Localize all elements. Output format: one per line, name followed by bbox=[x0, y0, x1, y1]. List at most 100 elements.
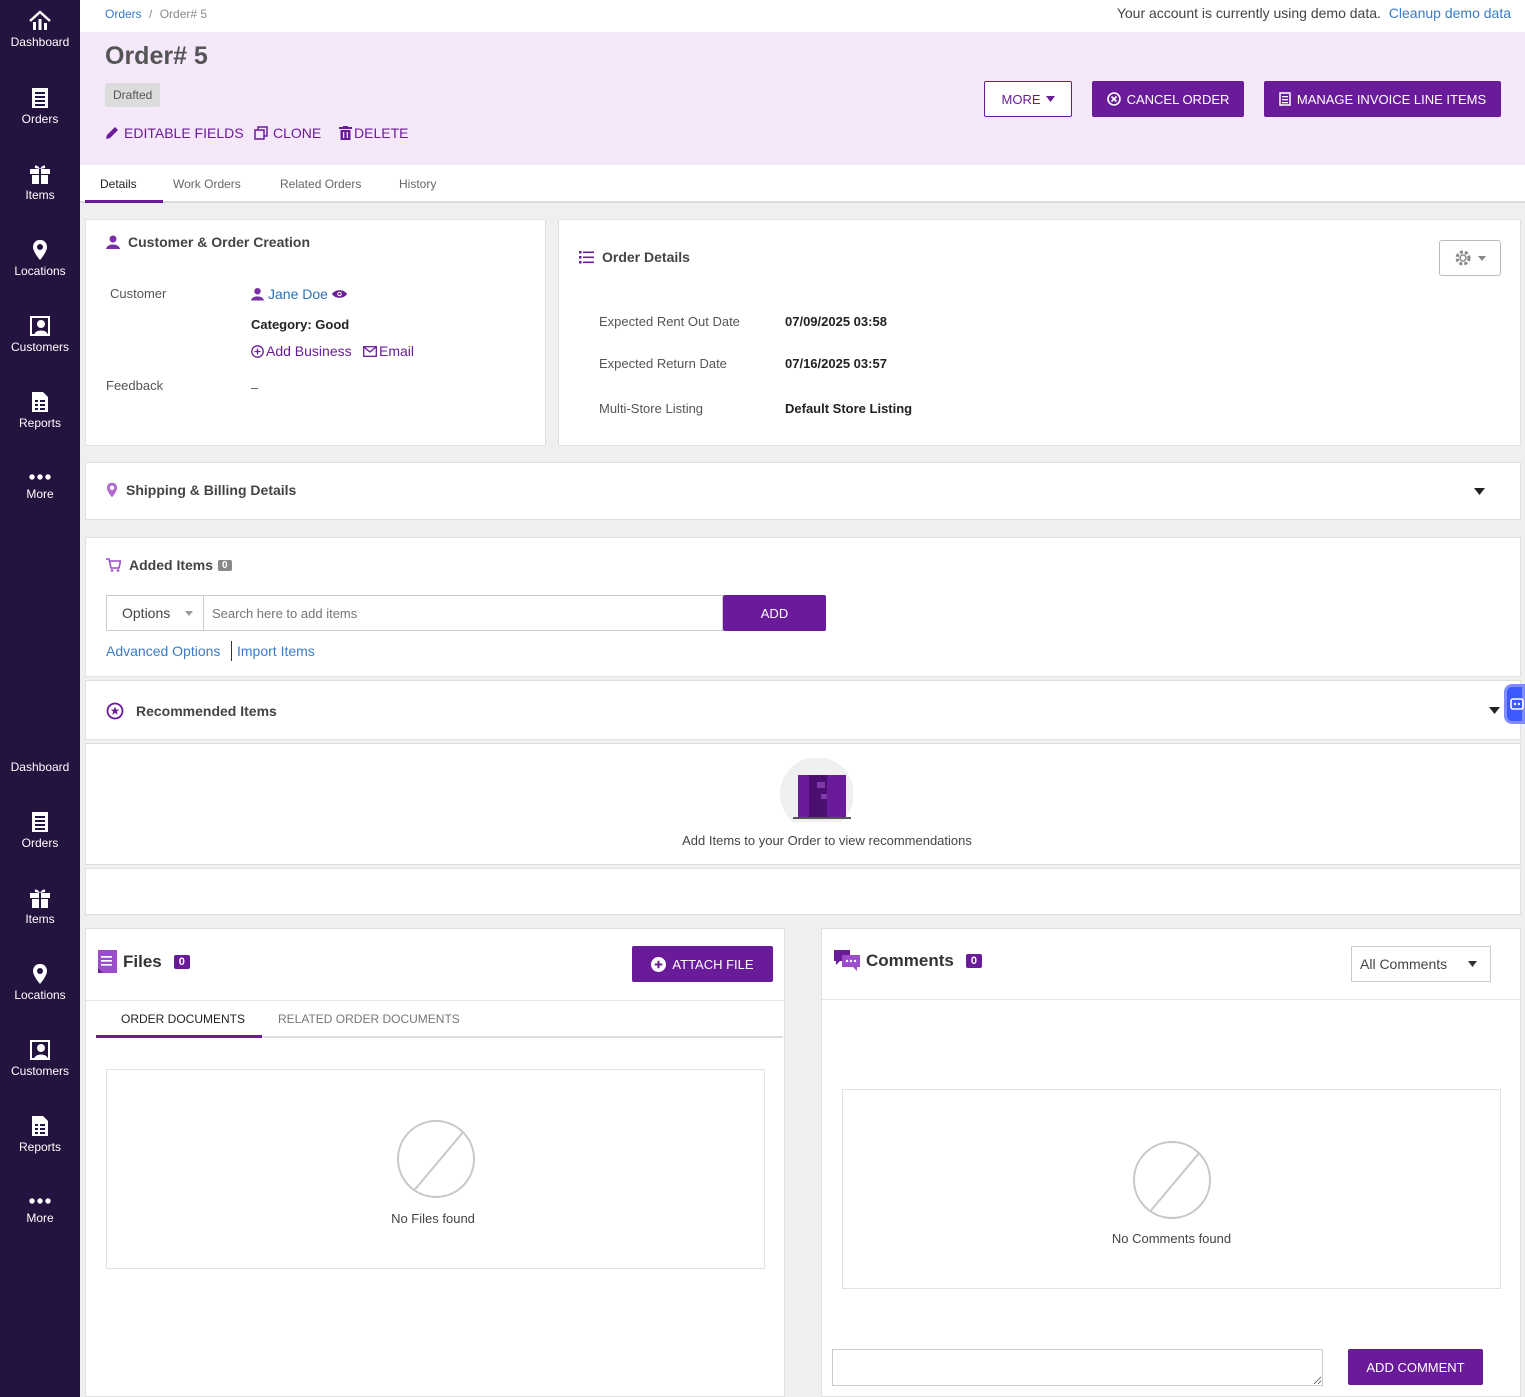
manage-invoice-button[interactable]: MANAGE INVOICE LINE ITEMS bbox=[1264, 81, 1501, 117]
nav-orders-2[interactable]: Orders bbox=[0, 811, 80, 871]
tab-history[interactable]: History bbox=[399, 177, 436, 191]
cleanup-demo-link[interactable]: Cleanup demo data bbox=[1389, 5, 1511, 21]
caret-down-icon bbox=[185, 610, 193, 616]
nav-more[interactable]: More bbox=[0, 470, 80, 530]
settings-dropdown-button[interactable] bbox=[1439, 240, 1501, 276]
cancel-order-label: CANCEL ORDER bbox=[1126, 91, 1230, 107]
delete-label: DELETE bbox=[354, 125, 409, 141]
delete-button[interactable]: DELETE bbox=[339, 125, 408, 141]
demo-notice: Your account is currently using demo dat… bbox=[1117, 5, 1511, 21]
add-comment-button[interactable]: ADD COMMENT bbox=[1348, 1349, 1483, 1385]
plus-circle-icon bbox=[251, 344, 264, 358]
item-search-input[interactable] bbox=[204, 595, 723, 631]
mail-icon bbox=[363, 345, 377, 357]
sidebar: Dashboard Orders Items Locations Custome… bbox=[0, 0, 80, 1397]
nav-label: Orders bbox=[21, 836, 59, 850]
added-items-panel: Added Items 0 Options ADD Advanced Optio… bbox=[85, 537, 1521, 677]
nav-reports-2[interactable]: Reports bbox=[0, 1115, 80, 1175]
tab-order-documents[interactable]: ORDER DOCUMENTS bbox=[121, 1012, 245, 1026]
nav-items-2[interactable]: Items bbox=[0, 887, 80, 947]
pencil-icon bbox=[106, 127, 118, 139]
feedback-label: Feedback bbox=[106, 378, 164, 393]
files-active-tab-indicator bbox=[96, 1035, 262, 1038]
files-panel: Files 0 ATTACH FILE ORDER DOCUMENTS RELA… bbox=[85, 928, 786, 1397]
order-header: Order# 5 Drafted EDITABLE FIELDS CLONE D… bbox=[80, 32, 1525, 165]
comments-icon bbox=[834, 950, 860, 971]
recommended-title-text: Recommended Items bbox=[136, 703, 277, 719]
customer-label: Customer bbox=[110, 286, 167, 301]
customer-panel: Customer & Order Creation Customer Jane … bbox=[85, 219, 546, 446]
items-icon bbox=[30, 165, 50, 184]
nav-locations[interactable]: Locations bbox=[0, 239, 80, 299]
email-button[interactable]: Email bbox=[363, 343, 414, 359]
more-button[interactable]: MORE bbox=[984, 81, 1072, 117]
nav-label: More bbox=[26, 487, 54, 501]
nav-more-2[interactable]: More bbox=[0, 1194, 80, 1254]
comments-filter-select[interactable]: All Comments bbox=[1351, 946, 1491, 982]
orders-icon bbox=[32, 88, 48, 108]
nav-orders[interactable]: Orders bbox=[0, 87, 80, 147]
comments-empty-state: No Comments found bbox=[842, 1089, 1501, 1289]
orders-icon bbox=[32, 812, 48, 832]
advanced-options-link[interactable]: Advanced Options bbox=[106, 643, 220, 659]
files-title: Files 0 bbox=[98, 950, 190, 973]
nav-label: Customers bbox=[10, 340, 69, 354]
order-details-title: Order Details bbox=[579, 249, 690, 265]
rent-out-date-value: 07/09/2025 03:58 bbox=[785, 314, 887, 329]
order-details-panel: Order Details Expected Rent Out Date 07/… bbox=[558, 219, 1521, 446]
clone-label: CLONE bbox=[273, 125, 322, 141]
add-item-button[interactable]: ADD bbox=[723, 595, 826, 631]
divider bbox=[822, 999, 1522, 1000]
tab-related-orders[interactable]: Related Orders bbox=[280, 177, 361, 191]
comments-count: 0 bbox=[965, 954, 982, 968]
divider bbox=[86, 1000, 786, 1001]
eye-icon[interactable] bbox=[331, 289, 347, 299]
add-business-button[interactable]: Add Business bbox=[251, 343, 352, 359]
nav-items[interactable]: Items bbox=[0, 163, 80, 223]
breadcrumb-orders-link[interactable]: Orders bbox=[105, 7, 142, 21]
nav-locations-2[interactable]: Locations bbox=[0, 963, 80, 1023]
customer-name-link[interactable]: Jane Doe bbox=[268, 286, 328, 302]
reports-icon bbox=[32, 1116, 48, 1136]
tab-details[interactable]: Details bbox=[100, 177, 137, 191]
tab-work-orders[interactable]: Work Orders bbox=[173, 177, 241, 191]
recommended-panel[interactable]: Recommended Items bbox=[85, 680, 1521, 740]
tab-related-order-documents[interactable]: RELATED ORDER DOCUMENTS bbox=[278, 1012, 460, 1026]
nav-label: More bbox=[26, 1211, 54, 1225]
caret-down-icon bbox=[1468, 961, 1477, 967]
chat-bot-icon bbox=[1510, 698, 1524, 710]
return-date-value: 07/16/2025 03:57 bbox=[785, 356, 887, 371]
location-pin-icon bbox=[33, 240, 47, 260]
clone-button[interactable]: CLONE bbox=[254, 125, 321, 141]
cancel-order-button[interactable]: CANCEL ORDER bbox=[1092, 81, 1244, 117]
nav-customers-2[interactable]: Customers bbox=[0, 1039, 80, 1099]
comments-panel: Comments 0 All Comments No Comments foun… bbox=[821, 928, 1522, 1397]
return-date-label: Expected Return Date bbox=[599, 356, 727, 371]
chat-widget-icon[interactable] bbox=[1504, 684, 1525, 724]
editable-fields-button[interactable]: EDITABLE FIELDS bbox=[105, 125, 244, 141]
options-select-value: Options bbox=[122, 605, 171, 621]
clone-icon bbox=[254, 126, 268, 140]
blank-panel bbox=[85, 868, 1521, 915]
breadcrumb-current: Order# 5 bbox=[159, 7, 208, 21]
nav-dashboard[interactable]: Dashboard bbox=[0, 10, 80, 70]
comment-textarea[interactable] bbox=[832, 1349, 1323, 1386]
import-items-link[interactable]: Import Items bbox=[237, 643, 315, 659]
chevron-down-icon[interactable] bbox=[1489, 707, 1500, 714]
caret-down-icon bbox=[1478, 255, 1486, 261]
nav-label: Customers bbox=[10, 1064, 69, 1078]
recommendations-empty-text: Add Items to your Order to view recommen… bbox=[682, 833, 972, 848]
options-select[interactable]: Options bbox=[106, 595, 204, 631]
nav-label: Items bbox=[25, 188, 55, 202]
status-badge: Drafted bbox=[105, 83, 161, 107]
nav-customers[interactable]: Customers bbox=[0, 315, 80, 375]
added-items-title: Added Items 0 bbox=[106, 557, 232, 573]
breadcrumb: Orders / Order# 5 bbox=[105, 7, 207, 21]
feedback-value: – bbox=[251, 380, 259, 395]
attach-file-button[interactable]: ATTACH FILE bbox=[632, 946, 773, 982]
nav-reports[interactable]: Reports bbox=[0, 391, 80, 451]
shipping-panel[interactable]: Shipping & Billing Details bbox=[85, 462, 1521, 520]
email-label: Email bbox=[379, 343, 415, 359]
reports-icon bbox=[32, 392, 48, 412]
chevron-down-icon[interactable] bbox=[1474, 488, 1485, 495]
